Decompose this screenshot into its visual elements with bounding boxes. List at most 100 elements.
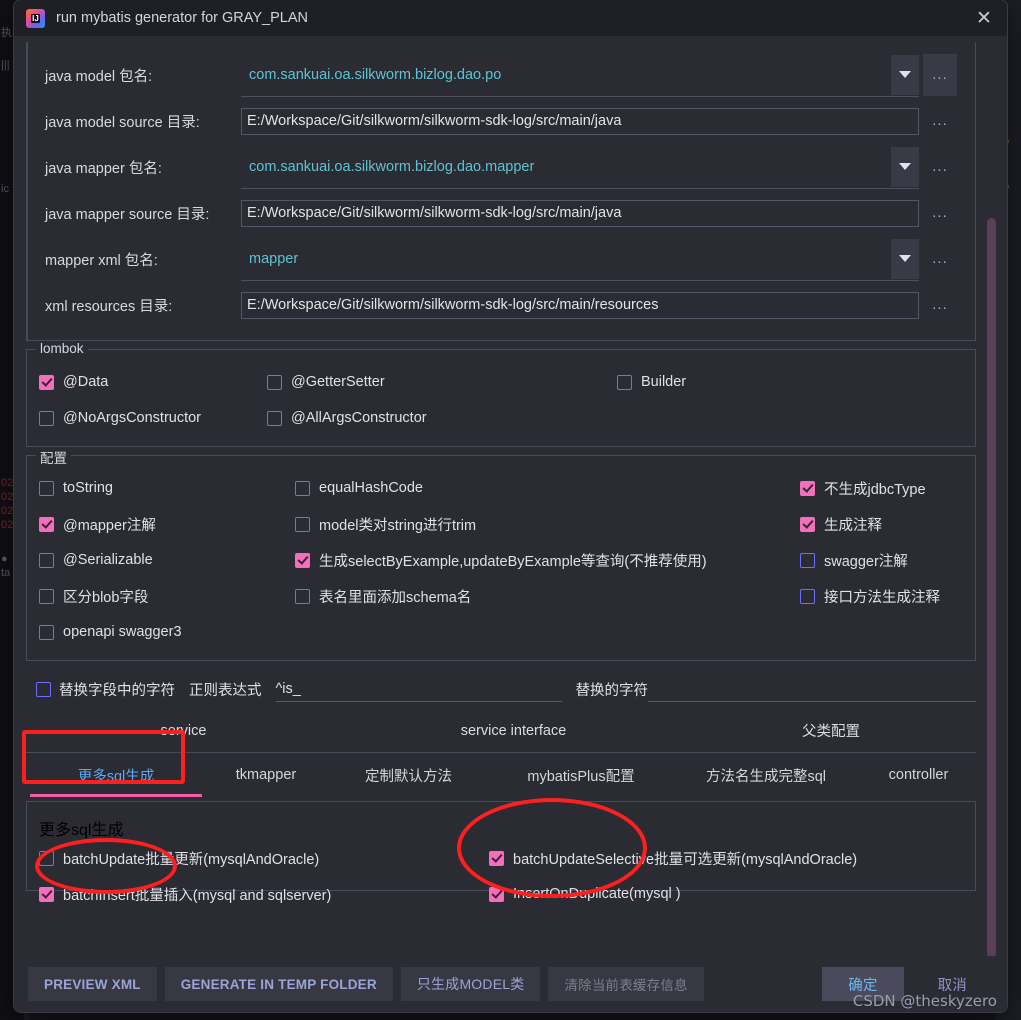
intellij-idea-icon: IJ	[26, 8, 45, 28]
checkbox-noargsconstructor[interactable]: @NoArgsConstructor	[39, 410, 267, 426]
replace-field-row: 替换字段中的字符 正则表达式 ^is_ 替换的字符	[26, 669, 976, 709]
checkbox-box	[39, 516, 54, 532]
browse-button[interactable]: ...	[923, 192, 957, 234]
config-group-legend: 配置	[36, 447, 71, 467]
chevron-down-icon[interactable]	[891, 146, 919, 187]
vertical-scrollbar-track[interactable]	[986, 42, 997, 962]
checkbox-label: toString	[63, 480, 113, 496]
checkbox-batchupdate[interactable]: batchUpdate批量更新(mysqlAndOracle)	[39, 848, 489, 869]
checkbox-box	[295, 588, 310, 604]
config-group: 配置 toString equalHashCode 不生成jdbcType @m…	[26, 447, 976, 661]
checkbox-add-schema-name[interactable]: 表名里面添加schema名	[295, 586, 800, 607]
checkbox-label: InsertOnDuplicate(mysql )	[513, 886, 681, 902]
chevron-down-icon[interactable]	[891, 54, 919, 95]
checkbox-mapper-annotation[interactable]: @mapper注解	[39, 514, 295, 535]
checkbox-box	[36, 681, 51, 697]
java-model-source-dir-input[interactable]: E:/Workspace/Git/silkworm/silkworm-sdk-l…	[241, 107, 919, 135]
config-row-4: 区分blob字段 表名里面添加schema名 接口方法生成注释	[39, 578, 963, 614]
checkbox-label: Builder	[641, 374, 687, 390]
checkbox-equalhashcode[interactable]: equalHashCode	[295, 480, 800, 496]
field-row-java-model-package: java model 包名: com.sankuai.oa.silkworm.b…	[45, 52, 957, 98]
sql-row-1: batchUpdate批量更新(mysqlAndOracle) batchUpd…	[39, 840, 963, 876]
mapper-xml-package-combo[interactable]: mapper	[241, 238, 919, 281]
checkbox-tostring[interactable]: toString	[39, 480, 295, 496]
field-row-xml-resources-dir: xml resources 目录: E:/Workspace/Git/silkw…	[45, 282, 957, 328]
preview-xml-button[interactable]: PREVIEW XML	[28, 967, 157, 1001]
replacement-label: 替换的字符	[575, 682, 649, 699]
checkbox-label: @GetterSetter	[291, 374, 385, 390]
checkbox-label: model类对string进行trim	[319, 517, 477, 534]
tab-custom-default-methods[interactable]: 定制默认方法	[326, 753, 491, 797]
generate-in-temp-folder-button[interactable]: GENERATE IN TEMP FOLDER	[164, 967, 393, 1001]
checkbox-label: equalHashCode	[319, 480, 423, 496]
tab-more-sql-generation[interactable]: 更多sql生成	[26, 753, 206, 797]
tab-tkmapper[interactable]: tkmapper	[206, 753, 326, 797]
replacement-input[interactable]	[648, 677, 976, 702]
checkbox-label: @Serializable	[63, 552, 153, 568]
checkbox-interface-method-comment[interactable]: 接口方法生成注释	[800, 586, 963, 607]
lombok-group: lombok @Data @GetterSetter Builder @NoAr…	[26, 341, 976, 447]
only-generate-model-button[interactable]: 只生成MODEL类	[400, 967, 541, 1001]
dialog-body: java model 包名: com.sankuai.oa.silkworm.b…	[14, 36, 1007, 1012]
checkbox-label: batchInsert批量插入(mysql and sqlserver)	[63, 887, 332, 904]
lombok-row-1: @Data @GetterSetter Builder	[39, 364, 963, 400]
tab-mybatisplus-config[interactable]: mybatisPlus配置	[491, 753, 671, 797]
checkbox-box	[489, 850, 504, 866]
more-sql-group-legend: 更多sql生成	[39, 822, 124, 839]
dialog-title: run mybatis generator for GRAY_PLAN	[56, 10, 308, 26]
checkbox-generate-comment[interactable]: 生成注释	[800, 514, 963, 535]
checkbox-label: 接口方法生成注释	[824, 589, 940, 606]
checkbox-data[interactable]: @Data	[39, 374, 267, 390]
browse-button[interactable]: ...	[923, 238, 957, 280]
checkbox-distinguish-blob[interactable]: 区分blob字段	[39, 586, 295, 607]
browse-button[interactable]: ...	[923, 146, 957, 188]
checkbox-replace-field-chars[interactable]: 替换字段中的字符	[36, 679, 175, 700]
checkbox-box	[39, 552, 54, 568]
checkbox-insertonduplicate[interactable]: InsertOnDuplicate(mysql )	[489, 886, 963, 902]
checkbox-label: 生成selectByExample,updateByExample等查询(不推荐…	[319, 553, 707, 570]
checkbox-box	[39, 850, 54, 866]
checkbox-batchinsert[interactable]: batchInsert批量插入(mysql and sqlserver)	[39, 884, 489, 905]
chevron-down-icon[interactable]	[891, 238, 919, 279]
checkbox-box	[489, 886, 504, 902]
tab-method-name-full-sql[interactable]: 方法名生成完整sql	[671, 753, 861, 797]
checkbox-box	[800, 588, 815, 604]
xml-resources-dir-input[interactable]: E:/Workspace/Git/silkworm/silkworm-sdk-l…	[241, 291, 919, 319]
close-icon[interactable]: ✕	[961, 0, 1007, 36]
checkbox-label: 生成注释	[824, 517, 882, 534]
field-label: java mapper source 目录:	[45, 206, 210, 223]
clear-table-cache-button[interactable]: 清除当前表缓存信息	[548, 967, 704, 1001]
checkbox-label: 区分blob字段	[63, 589, 149, 606]
checkbox-builder[interactable]: Builder	[617, 374, 963, 390]
field-row-java-model-source-dir: java model source 目录: E:/Workspace/Git/s…	[45, 98, 957, 144]
browse-button[interactable]: ...	[923, 54, 957, 96]
java-mapper-source-dir-input[interactable]: E:/Workspace/Git/silkworm/silkworm-sdk-l…	[241, 199, 919, 227]
more-sql-generation-group: 更多sql生成 batchUpdate批量更新(mysqlAndOracle) …	[26, 801, 976, 904]
checkbox-selectbyexample[interactable]: 生成selectByExample,updateByExample等查询(不推荐…	[295, 550, 800, 571]
browse-button[interactable]: ...	[923, 284, 957, 326]
regex-input[interactable]: ^is_	[275, 677, 562, 702]
field-label: java mapper 包名:	[45, 160, 162, 177]
browse-button[interactable]: ...	[923, 100, 957, 142]
checkbox-model-string-trim[interactable]: model类对string进行trim	[295, 514, 800, 535]
vertical-scrollbar-thumb[interactable]	[987, 218, 996, 958]
checkbox-allargsconstructor[interactable]: @AllArgsConstructor	[267, 410, 617, 426]
checkbox-batchupdateselective[interactable]: batchUpdateSelective批量可选更新(mysqlAndOracl…	[489, 848, 963, 869]
checkbox-gettersetter[interactable]: @GetterSetter	[267, 374, 617, 390]
checkbox-swagger-annotation[interactable]: swagger注解	[800, 550, 963, 571]
checkbox-box	[295, 480, 310, 496]
java-mapper-package-combo[interactable]: com.sankuai.oa.silkworm.bizlog.dao.mappe…	[241, 146, 919, 189]
checkbox-box	[800, 516, 815, 532]
checkbox-box	[39, 886, 54, 902]
checkbox-serializable[interactable]: @Serializable	[39, 552, 295, 568]
checkbox-openapi-swagger3[interactable]: openapi swagger3	[39, 624, 295, 640]
checkbox-no-jdbctype[interactable]: 不生成jdbcType	[800, 478, 963, 499]
tab-controller[interactable]: controller	[861, 753, 976, 797]
screen-root: 执 ||| ic 02 02 02 02 ● ta IJ run mybatis…	[0, 0, 1021, 1020]
column-header-service: service	[160, 722, 207, 739]
checkbox-box	[617, 374, 632, 390]
dialog-titlebar: IJ run mybatis generator for GRAY_PLAN ✕	[14, 0, 1007, 36]
java-model-package-combo[interactable]: com.sankuai.oa.silkworm.bizlog.dao.po	[241, 54, 919, 97]
checkbox-label: @NoArgsConstructor	[63, 410, 202, 426]
checkbox-box	[39, 374, 54, 390]
